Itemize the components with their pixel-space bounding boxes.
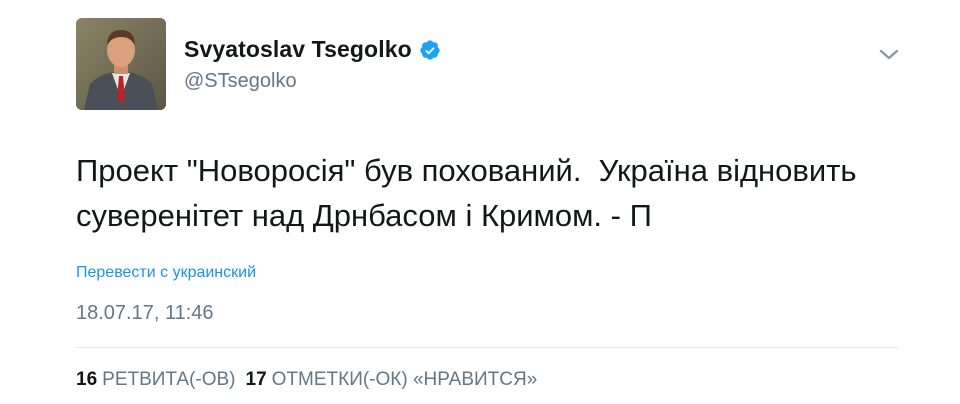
likes-count: 17 xyxy=(245,369,267,390)
retweets-stat[interactable]: 16 РЕТВИТА(-ОВ) xyxy=(76,369,236,391)
likes-stat[interactable]: 17 ОТМЕТКИ(-ОК) «НРАВИТСЯ» xyxy=(246,369,538,391)
verified-badge-icon xyxy=(420,39,440,60)
tweet-card: Svyatoslav Tsegolko @STsegolko Проект "Н… xyxy=(0,0,960,404)
translate-link[interactable]: Перевести с украинский xyxy=(76,264,256,282)
divider xyxy=(76,347,898,348)
retweets-label: РЕТВИТА(-ОВ) xyxy=(102,369,236,390)
chevron-down-icon[interactable] xyxy=(876,44,902,64)
tweet-timestamp[interactable]: 18.07.17, 11:46 xyxy=(76,302,214,325)
likes-label: ОТМЕТКИ(-ОК) «НРАВИТСЯ» xyxy=(271,369,538,390)
author-name[interactable]: Svyatoslav Tsegolko xyxy=(184,36,412,63)
avatar-photo-icon xyxy=(76,18,166,110)
author-handle[interactable]: @STsegolko xyxy=(184,70,297,93)
retweets-count: 16 xyxy=(76,369,98,390)
tweet-stats: 16 РЕТВИТА(-ОВ) 17 ОТМЕТКИ(-ОК) «НРАВИТС… xyxy=(76,369,547,391)
author-avatar[interactable] xyxy=(76,18,166,110)
author-name-row[interactable]: Svyatoslav Tsegolko xyxy=(184,36,441,63)
tweet-text: Проект "Новоросія" був похований. Україн… xyxy=(76,153,866,233)
